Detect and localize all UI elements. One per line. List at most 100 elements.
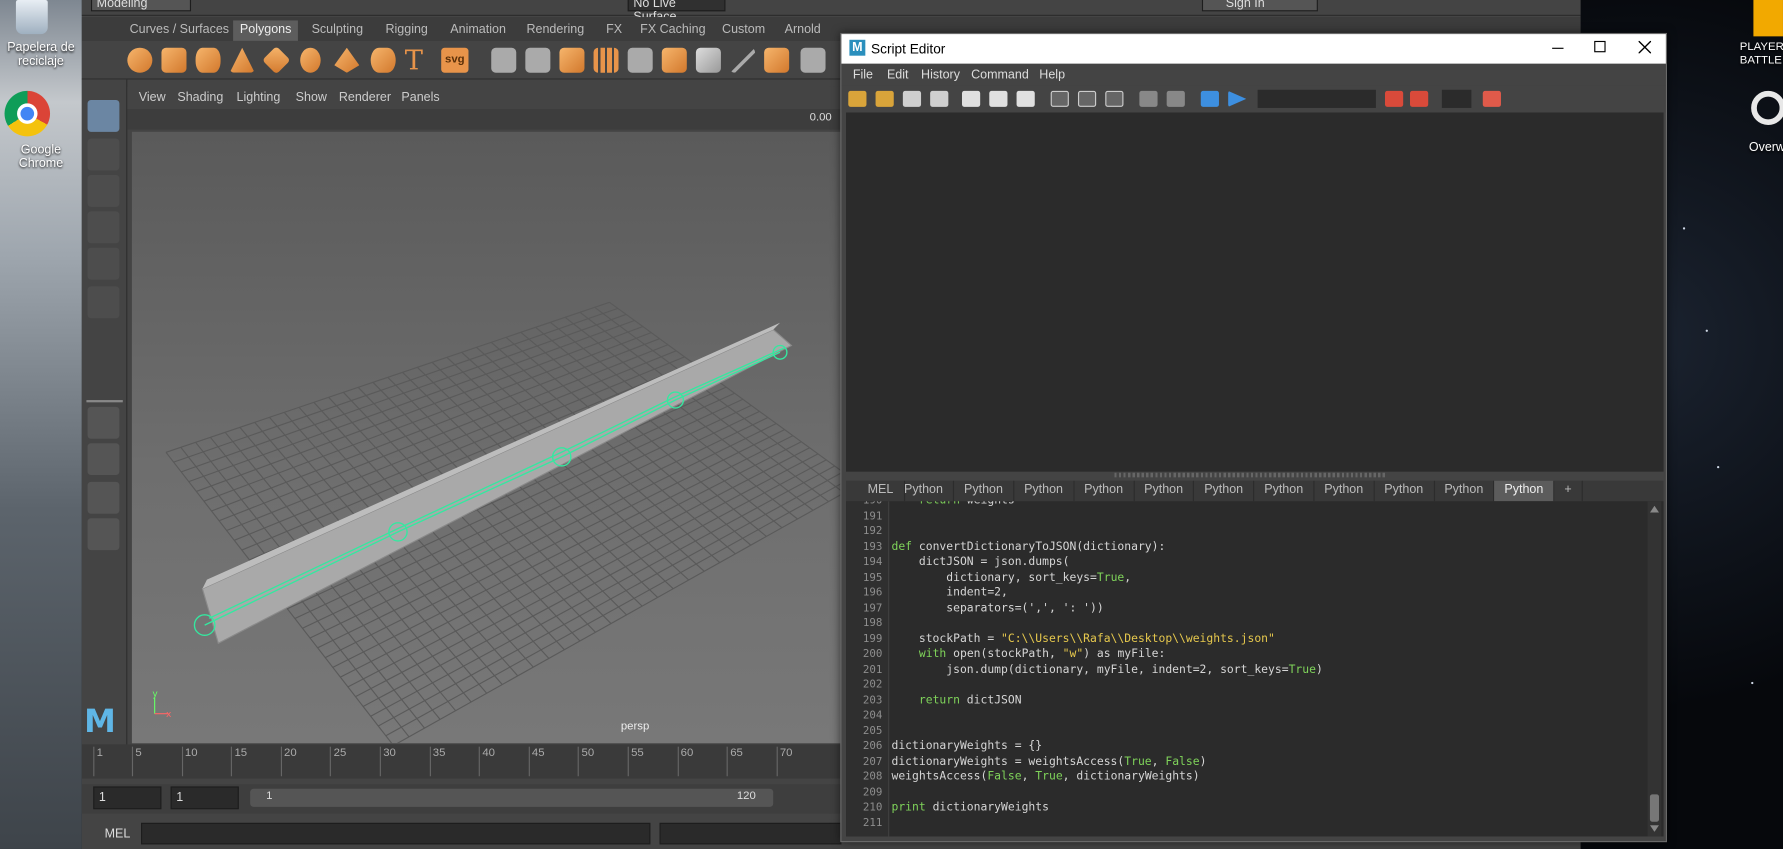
move-tool-icon[interactable]	[87, 211, 120, 244]
poly-cylinder-icon[interactable]	[195, 47, 221, 73]
bevel-icon[interactable]	[661, 47, 687, 73]
shelf-tab-animation[interactable]: Animation	[443, 20, 512, 40]
shelf-tab-polygons[interactable]: Polygons	[233, 20, 299, 41]
echo-all-icon[interactable]	[1139, 90, 1158, 107]
close-icon[interactable]	[1638, 40, 1652, 54]
live-surface-field[interactable]: No Live Surface	[627, 0, 726, 24]
panel-menu-panels[interactable]: Panels	[401, 91, 439, 105]
search-input[interactable]	[1257, 89, 1376, 108]
poly-type-icon[interactable]: T	[405, 45, 423, 75]
scroll-down-icon[interactable]	[1649, 825, 1660, 832]
playback-start-field[interactable]: 1	[170, 786, 239, 810]
bridge-icon[interactable]	[695, 47, 721, 73]
menu-edit[interactable]: Edit	[887, 68, 909, 82]
execute-all-icon[interactable]	[1200, 90, 1219, 107]
paint-select-tool-icon[interactable]	[87, 175, 120, 207]
maximize-icon[interactable]	[1594, 40, 1606, 53]
combine-icon[interactable]	[491, 47, 517, 73]
add-tab-button[interactable]: +	[1554, 480, 1584, 502]
script-tab-python[interactable]: Python	[1134, 480, 1195, 502]
start-time-field[interactable]: 1	[93, 786, 162, 810]
select-tool-icon[interactable]	[87, 100, 120, 132]
shelf-tab-rigging[interactable]: Rigging	[379, 20, 435, 40]
shelf-tab-arnold[interactable]: Arnold	[778, 20, 828, 40]
script-tab-python[interactable]: Python	[1434, 480, 1495, 502]
line-numbers-icon[interactable]	[1166, 90, 1185, 107]
source-script-icon[interactable]	[875, 90, 894, 107]
panel-value[interactable]: 0.00	[810, 111, 832, 124]
time-slider[interactable]: 1 5 10 15 20 25 30 35 40 45 50 55 60 65 70	[81, 744, 842, 779]
script-tab-python[interactable]: Python	[1254, 480, 1315, 502]
scroll-thumb[interactable]	[1649, 794, 1660, 822]
shelf-tab-fx[interactable]: FX	[599, 20, 629, 40]
shelf-tab-sculpting[interactable]: Sculpting	[305, 20, 370, 40]
recycle-bin-label[interactable]: Papelera de reciclaje	[0, 41, 82, 68]
mode-dropdown[interactable]: Modeling	[90, 0, 192, 12]
script-tab-python[interactable]: Python	[1494, 480, 1555, 502]
save-script-icon[interactable]	[902, 90, 922, 107]
shelf-tab-rendering[interactable]: Rendering	[520, 20, 591, 40]
target-weld-icon[interactable]	[764, 47, 790, 73]
panel-menu-renderer[interactable]: Renderer	[339, 91, 391, 105]
range-slider-bar[interactable]: 1 120	[250, 788, 774, 807]
joint-root[interactable]	[193, 614, 216, 636]
menu-command[interactable]: Command	[971, 68, 1029, 82]
rotate-tool-icon[interactable]	[87, 247, 120, 280]
shelf-tab-fx-caching[interactable]: FX Caching	[633, 20, 712, 40]
clear-history-icon[interactable]	[961, 90, 981, 107]
uv-editor-icon[interactable]	[800, 47, 826, 73]
script-tab-python[interactable]: Python	[1074, 480, 1135, 502]
history-output-pane[interactable]	[846, 112, 1664, 472]
code-area[interactable]: return weights def convertDictionaryToJSO…	[846, 501, 1642, 836]
persp-viewport[interactable]: y x persp	[131, 131, 842, 744]
single-pane-layout-icon[interactable]	[87, 406, 120, 439]
svg-icon[interactable]: svg	[441, 47, 469, 73]
extrude-icon[interactable]	[627, 47, 653, 73]
panel-menu-view[interactable]: View	[139, 91, 166, 105]
script-input-pane[interactable]: 1901911921931941951961971981992002012022…	[846, 501, 1664, 837]
script-tab-python[interactable]: Python	[894, 480, 955, 502]
recycle-bin-icon[interactable]	[15, 0, 48, 35]
search-up-icon[interactable]	[1410, 90, 1429, 107]
menu-help[interactable]: Help	[1039, 68, 1065, 82]
scale-tool-icon[interactable]	[87, 286, 120, 319]
show-history-icon[interactable]	[1050, 90, 1069, 107]
script-editor-titlebar[interactable]: M Script Editor	[841, 34, 1666, 64]
sign-in-button[interactable]: Sign In	[1201, 0, 1318, 12]
shelf-tab-curves-surfaces[interactable]: Curves / Surfaces	[123, 20, 236, 40]
panel-menu-lighting[interactable]: Lighting	[237, 91, 281, 105]
poly-sphere-icon[interactable]	[127, 47, 153, 73]
script-tab-python[interactable]: Python	[1374, 480, 1435, 502]
execute-icon[interactable]	[1228, 90, 1247, 107]
lasso-tool-icon[interactable]	[87, 138, 120, 171]
multicut-icon[interactable]	[593, 47, 619, 73]
pane-splitter[interactable]	[1114, 472, 1388, 478]
clear-all-icon[interactable]	[1016, 90, 1035, 107]
minimize-icon[interactable]	[1552, 47, 1564, 49]
goto-line-input[interactable]	[1441, 89, 1472, 108]
goto-line-icon[interactable]	[1482, 90, 1501, 107]
shelf-tab-custom[interactable]: Custom	[715, 20, 772, 40]
pubg-icon[interactable]	[1753, 0, 1783, 37]
menu-history[interactable]: History	[921, 68, 960, 82]
poly-cube-icon[interactable]	[161, 47, 187, 73]
open-script-icon[interactable]	[848, 90, 867, 107]
menu-file[interactable]: File	[853, 68, 873, 82]
list-layout-icon[interactable]	[87, 518, 120, 551]
separate-icon[interactable]	[525, 47, 551, 73]
panel-menu-shading[interactable]: Shading	[177, 91, 223, 105]
chrome-icon[interactable]	[4, 90, 51, 137]
poly-torus-icon[interactable]	[300, 47, 321, 73]
script-tab-python[interactable]: Python	[1014, 480, 1075, 502]
panel-menu-show[interactable]: Show	[296, 91, 327, 105]
search-down-icon[interactable]	[1384, 90, 1404, 107]
pubg-label[interactable]: PLAYER BATTLE	[1740, 41, 1783, 68]
poly-pipe-icon[interactable]	[370, 47, 396, 73]
save-to-shelf-icon[interactable]	[930, 90, 949, 107]
script-tab-python[interactable]: Python	[954, 480, 1015, 502]
outliner-layout-icon[interactable]	[87, 481, 120, 514]
two-pane-layout-icon[interactable]	[87, 443, 120, 476]
show-input-icon[interactable]	[1077, 90, 1097, 107]
command-mode-label[interactable]: MEL	[105, 827, 131, 841]
scroll-up-icon[interactable]	[1649, 505, 1660, 513]
